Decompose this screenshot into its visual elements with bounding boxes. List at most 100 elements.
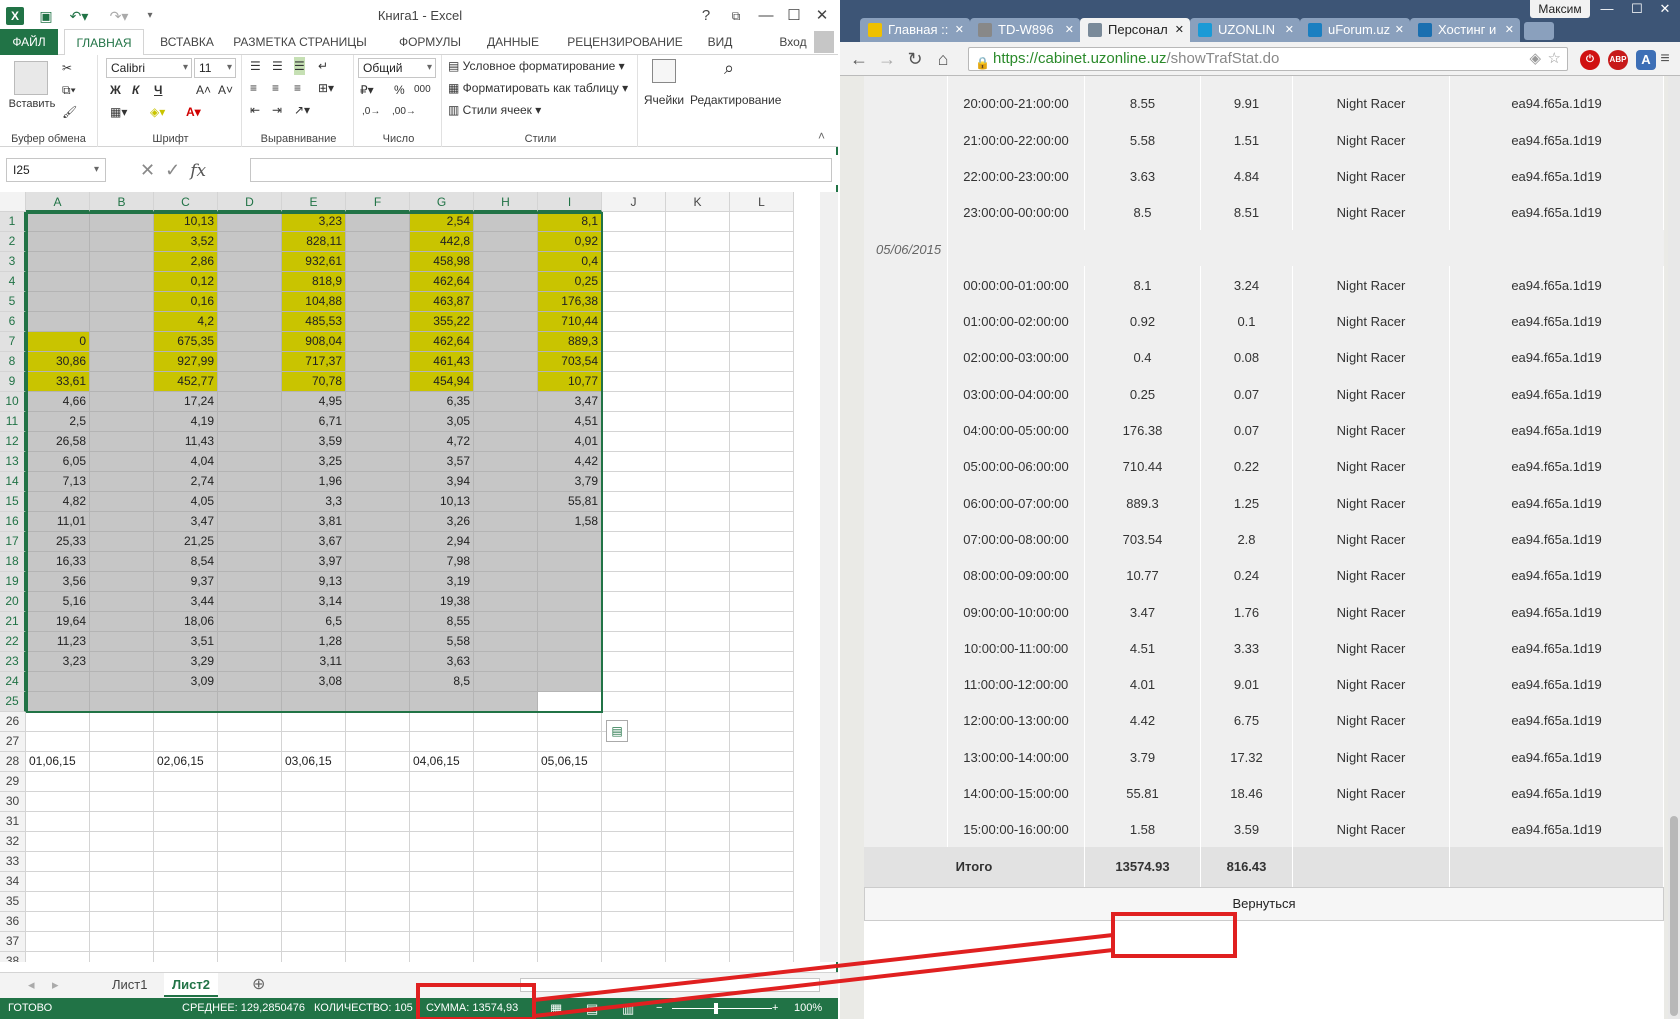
cell-c6[interactable]: 4,2 xyxy=(154,312,218,332)
cell-e33[interactable] xyxy=(282,852,346,872)
cell-a15[interactable]: 4,82 xyxy=(26,492,90,512)
cell-b38[interactable] xyxy=(90,952,154,962)
cells-button[interactable]: Ячейки xyxy=(640,91,688,109)
cell-g13[interactable]: 3,57 xyxy=(410,452,474,472)
row-header-23[interactable]: 23 xyxy=(0,652,26,672)
row-header-9[interactable]: 9 xyxy=(0,372,26,392)
cell-i21[interactable] xyxy=(538,612,602,632)
cell-j25[interactable] xyxy=(602,692,666,712)
row-header-34[interactable]: 34 xyxy=(0,872,26,892)
cell-l14[interactable] xyxy=(730,472,794,492)
cell-k24[interactable] xyxy=(666,672,730,692)
cell-i37[interactable] xyxy=(538,932,602,952)
align-left-icon[interactable]: ≡ xyxy=(250,79,257,97)
formula-input[interactable] xyxy=(250,158,832,182)
cell-f7[interactable] xyxy=(346,332,410,352)
cell-l25[interactable] xyxy=(730,692,794,712)
cell-l15[interactable] xyxy=(730,492,794,512)
cell-a26[interactable] xyxy=(26,712,90,732)
cell-e7[interactable]: 908,04 xyxy=(282,332,346,352)
cell-a9[interactable]: 33,61 xyxy=(26,372,90,392)
cell-f17[interactable] xyxy=(346,532,410,552)
cell-f2[interactable] xyxy=(346,232,410,252)
wrap-text-icon[interactable]: ↵ xyxy=(318,57,328,75)
cell-d16[interactable] xyxy=(218,512,282,532)
column-header-l[interactable]: L xyxy=(730,192,794,212)
cell-e22[interactable]: 1,28 xyxy=(282,632,346,652)
cell-l28[interactable] xyxy=(730,752,794,772)
cell-g38[interactable] xyxy=(410,952,474,962)
shield-icon[interactable]: ◈ xyxy=(1529,48,1541,70)
cell-a35[interactable] xyxy=(26,892,90,912)
cell-a32[interactable] xyxy=(26,832,90,852)
save-icon[interactable]: ▣ xyxy=(36,6,56,26)
cell-f35[interactable] xyxy=(346,892,410,912)
cell-d29[interactable] xyxy=(218,772,282,792)
browser-scrollbar-thumb[interactable] xyxy=(1670,816,1678,1016)
column-header-f[interactable]: F xyxy=(346,192,410,212)
cell-h28[interactable] xyxy=(474,752,538,772)
cell-i35[interactable] xyxy=(538,892,602,912)
browser-tab[interactable]: TD-W896 ✕ xyxy=(970,18,1080,42)
cell-l22[interactable] xyxy=(730,632,794,652)
cell-j34[interactable] xyxy=(602,872,666,892)
cell-h30[interactable] xyxy=(474,792,538,812)
row-header-14[interactable]: 14 xyxy=(0,472,26,492)
cell-j1[interactable] xyxy=(602,212,666,232)
cell-a10[interactable]: 4,66 xyxy=(26,392,90,412)
menu-icon[interactable]: ≡ xyxy=(1654,48,1676,70)
cell-d25[interactable] xyxy=(218,692,282,712)
enter-icon[interactable]: ✓ xyxy=(165,160,180,180)
cell-e30[interactable] xyxy=(282,792,346,812)
cell-a24[interactable] xyxy=(26,672,90,692)
cell-l34[interactable] xyxy=(730,872,794,892)
cell-k6[interactable] xyxy=(666,312,730,332)
cell-a12[interactable]: 26,58 xyxy=(26,432,90,452)
cell-l3[interactable] xyxy=(730,252,794,272)
cell-g6[interactable]: 355,22 xyxy=(410,312,474,332)
cell-d5[interactable] xyxy=(218,292,282,312)
cell-a17[interactable]: 25,33 xyxy=(26,532,90,552)
cell-k2[interactable] xyxy=(666,232,730,252)
paste-icon[interactable] xyxy=(14,61,48,95)
cell-l27[interactable] xyxy=(730,732,794,752)
maximize-icon[interactable]: ☐ xyxy=(782,4,806,28)
row-header-19[interactable]: 19 xyxy=(0,572,26,592)
cell-i18[interactable] xyxy=(538,552,602,572)
cell-l17[interactable] xyxy=(730,532,794,552)
extension-red-icon[interactable]: ⏻ xyxy=(1580,50,1600,70)
address-bar[interactable]: 🔒 https://cabinet.uzonline.uz/showTrafSta… xyxy=(968,47,1568,71)
tab-close-icon[interactable]: ✕ xyxy=(1285,18,1294,42)
cell-e27[interactable] xyxy=(282,732,346,752)
cell-b19[interactable] xyxy=(90,572,154,592)
browser-scrollbar[interactable] xyxy=(1668,76,1680,1019)
cell-h15[interactable] xyxy=(474,492,538,512)
cell-b4[interactable] xyxy=(90,272,154,292)
cell-h34[interactable] xyxy=(474,872,538,892)
cell-c32[interactable] xyxy=(154,832,218,852)
cell-j6[interactable] xyxy=(602,312,666,332)
cell-i2[interactable]: 0,92 xyxy=(538,232,602,252)
cell-j8[interactable] xyxy=(602,352,666,372)
cell-e17[interactable]: 3,67 xyxy=(282,532,346,552)
page-break-view-icon[interactable]: ▥ xyxy=(622,998,634,1019)
column-header-c[interactable]: C xyxy=(154,192,218,212)
cell-d4[interactable] xyxy=(218,272,282,292)
cell-g30[interactable] xyxy=(410,792,474,812)
cell-d38[interactable] xyxy=(218,952,282,962)
row-header-15[interactable]: 15 xyxy=(0,492,26,512)
cell-j37[interactable] xyxy=(602,932,666,952)
format-as-table-button[interactable]: ▦ Форматировать как таблицу ▾ xyxy=(448,79,628,97)
browser-tab[interactable]: uForum.uz ✕ xyxy=(1300,18,1410,42)
conditional-formatting-button[interactable]: ▤ Условное форматирование ▾ xyxy=(448,57,625,75)
cell-b37[interactable] xyxy=(90,932,154,952)
cell-c27[interactable] xyxy=(154,732,218,752)
cell-h1[interactable] xyxy=(474,212,538,232)
cell-e1[interactable]: 3,23 xyxy=(282,212,346,232)
cell-i7[interactable]: 889,3 xyxy=(538,332,602,352)
merge-icon[interactable]: ⊞▾ xyxy=(318,79,334,97)
cell-i4[interactable]: 0,25 xyxy=(538,272,602,292)
cell-j32[interactable] xyxy=(602,832,666,852)
cell-h3[interactable] xyxy=(474,252,538,272)
row-header-12[interactable]: 12 xyxy=(0,432,26,452)
